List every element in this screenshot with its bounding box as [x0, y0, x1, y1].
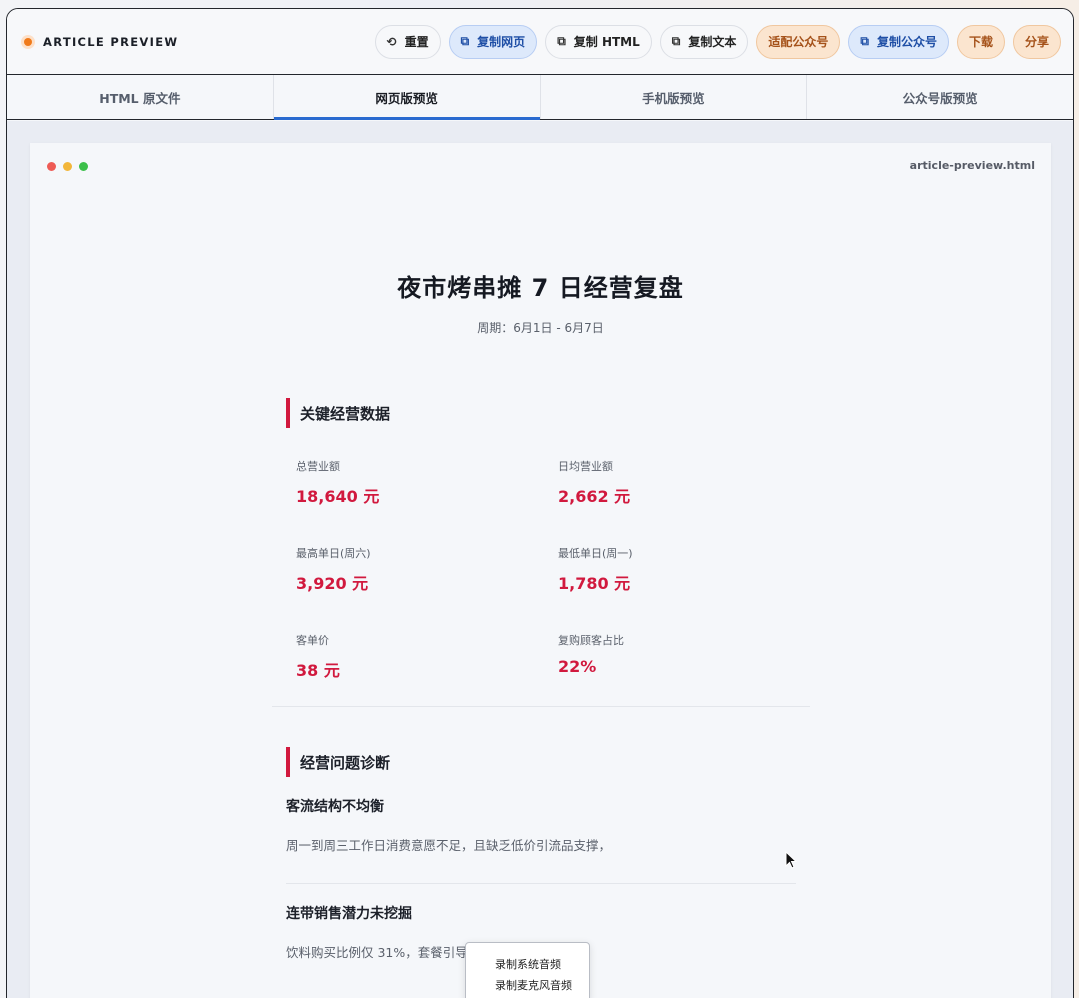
article: 夜市烤串摊 7 日经营复盘 周期：6月1日 - 6月7日 关键经营数据 总营业额…: [30, 268, 1051, 961]
copy-icon: ⧉: [860, 34, 869, 48]
stat-lowest-day: 最低单日(周一) 1,780 元: [558, 545, 806, 632]
share-button[interactable]: 分享: [1012, 24, 1061, 59]
stat-value: 38 元: [296, 661, 340, 680]
content-area: article-preview.html 夜市烤串摊 7 日经营复盘 周期：6月…: [7, 121, 1073, 998]
top-bar: ARTICLE PREVIEW ⟲ 重置 ⧉ 复制网页 ⧉ 复制 HTML ⧉ …: [7, 9, 1073, 75]
stat-value: 22%: [558, 657, 597, 676]
download-button[interactable]: 下载: [956, 24, 1005, 59]
stat-avg-ticket: 客单价 38 元: [296, 632, 558, 719]
issue-title: 连带销售潜力未挖掘: [286, 906, 412, 922]
copy-text-label: 复制文本: [688, 35, 737, 49]
minimize-dot-icon: [63, 162, 72, 171]
share-label: 分享: [1024, 35, 1049, 49]
reset-icon: ⟲: [386, 34, 397, 49]
issue-title: 客流结构不均衡: [286, 799, 384, 815]
brand-dot-icon: [21, 34, 35, 49]
close-dot-icon: [47, 162, 56, 171]
stat-repeat-ratio: 复购顾客占比 22%: [558, 632, 806, 719]
copy-icon: ⧉: [460, 34, 470, 48]
stat-label: 总营业额: [296, 460, 340, 473]
section-key-data: 关键经营数据 总营业额 18,640 元 日均营业额 2,662 元 最高单日(…: [286, 398, 796, 719]
tab-wechat-preview[interactable]: 公众号版预览: [807, 75, 1073, 119]
menu-item-record-mic-audio[interactable]: 录制麦克风音频: [495, 977, 589, 998]
copy-icon: ⧉: [557, 34, 566, 48]
copy-html-label: 复制 HTML: [573, 35, 640, 49]
toolbar: ⟲ 重置 ⧉ 复制网页 ⧉ 复制 HTML ⧉ 复制文本 适配公众号 ⧉ 复制公…: [374, 24, 1061, 59]
stat-daily-avg: 日均营业额 2,662 元: [558, 458, 806, 545]
section-heading: 关键经营数据: [286, 398, 796, 428]
fit-wechat-label: 适配公众号: [768, 35, 829, 49]
copy-icon: ⧉: [671, 34, 681, 48]
article-title: 夜市烤串摊 7 日经营复盘: [397, 274, 684, 302]
section-heading: 经营问题诊断: [286, 747, 796, 777]
stat-total-revenue: 总营业额 18,640 元: [296, 458, 558, 545]
copy-web-label: 复制网页: [477, 35, 526, 49]
stat-label: 复购顾客占比: [558, 634, 624, 647]
copy-html-button[interactable]: ⧉ 复制 HTML: [545, 24, 652, 59]
copy-text-button[interactable]: ⧉ 复制文本: [659, 24, 749, 59]
fit-wechat-button[interactable]: 适配公众号: [756, 24, 841, 59]
article-period: 周期：6月1日 - 6月7日: [477, 321, 604, 335]
tab-mobile-preview[interactable]: 手机版预览: [541, 75, 808, 119]
issue-text: 周一到周三工作日消费意愿不足，且缺乏低价引流品支撑，: [286, 838, 612, 853]
context-menu: 录制系统音频 录制麦克风音频: [465, 942, 590, 998]
stat-value: 18,640 元: [296, 487, 380, 506]
stats-grid: 总营业额 18,640 元 日均营业额 2,662 元 最高单日(周六) 3,9…: [286, 458, 796, 719]
stat-label: 最低单日(周一): [558, 547, 633, 560]
brand-title: ARTICLE PREVIEW: [43, 34, 179, 49]
reset-button[interactable]: ⟲ 重置: [374, 24, 441, 59]
issue-divider: [286, 883, 796, 884]
download-label: 下载: [968, 35, 993, 49]
stat-value: 1,780 元: [558, 574, 631, 593]
section-diagnosis: 经营问题诊断 客流结构不均衡 周一到周三工作日消费意愿不足，且缺乏低价引流品支撑…: [286, 747, 796, 961]
view-tabs: HTML 原文件 网页版预览 手机版预览 公众号版预览: [7, 75, 1073, 120]
tab-html-source[interactable]: HTML 原文件: [7, 75, 274, 119]
window-dots: [47, 162, 88, 171]
copy-wechat-button[interactable]: ⧉ 复制公众号: [848, 24, 949, 59]
stat-value: 3,920 元: [296, 574, 369, 593]
preview-filename: article-preview.html: [909, 159, 1035, 172]
menu-item-record-system-audio[interactable]: 录制系统音频: [495, 956, 589, 977]
preview-window[interactable]: article-preview.html 夜市烤串摊 7 日经营复盘 周期：6月…: [30, 143, 1051, 998]
reset-label: 重置: [404, 35, 429, 49]
copy-wechat-label: 复制公众号: [876, 35, 937, 49]
stat-label: 日均营业额: [558, 460, 613, 473]
stat-value: 2,662 元: [558, 487, 631, 506]
maximize-dot-icon: [79, 162, 88, 171]
mouse-cursor-icon: [785, 851, 797, 869]
tab-web-preview[interactable]: 网页版预览: [273, 75, 541, 120]
stat-label: 客单价: [296, 634, 329, 647]
copy-web-button[interactable]: ⧉ 复制网页: [448, 24, 538, 59]
stat-label: 最高单日(周六): [296, 547, 371, 560]
stat-highest-day: 最高单日(周六) 3,920 元: [296, 545, 558, 632]
brand: ARTICLE PREVIEW: [21, 34, 179, 49]
app-window: ARTICLE PREVIEW ⟲ 重置 ⧉ 复制网页 ⧉ 复制 HTML ⧉ …: [6, 8, 1074, 998]
